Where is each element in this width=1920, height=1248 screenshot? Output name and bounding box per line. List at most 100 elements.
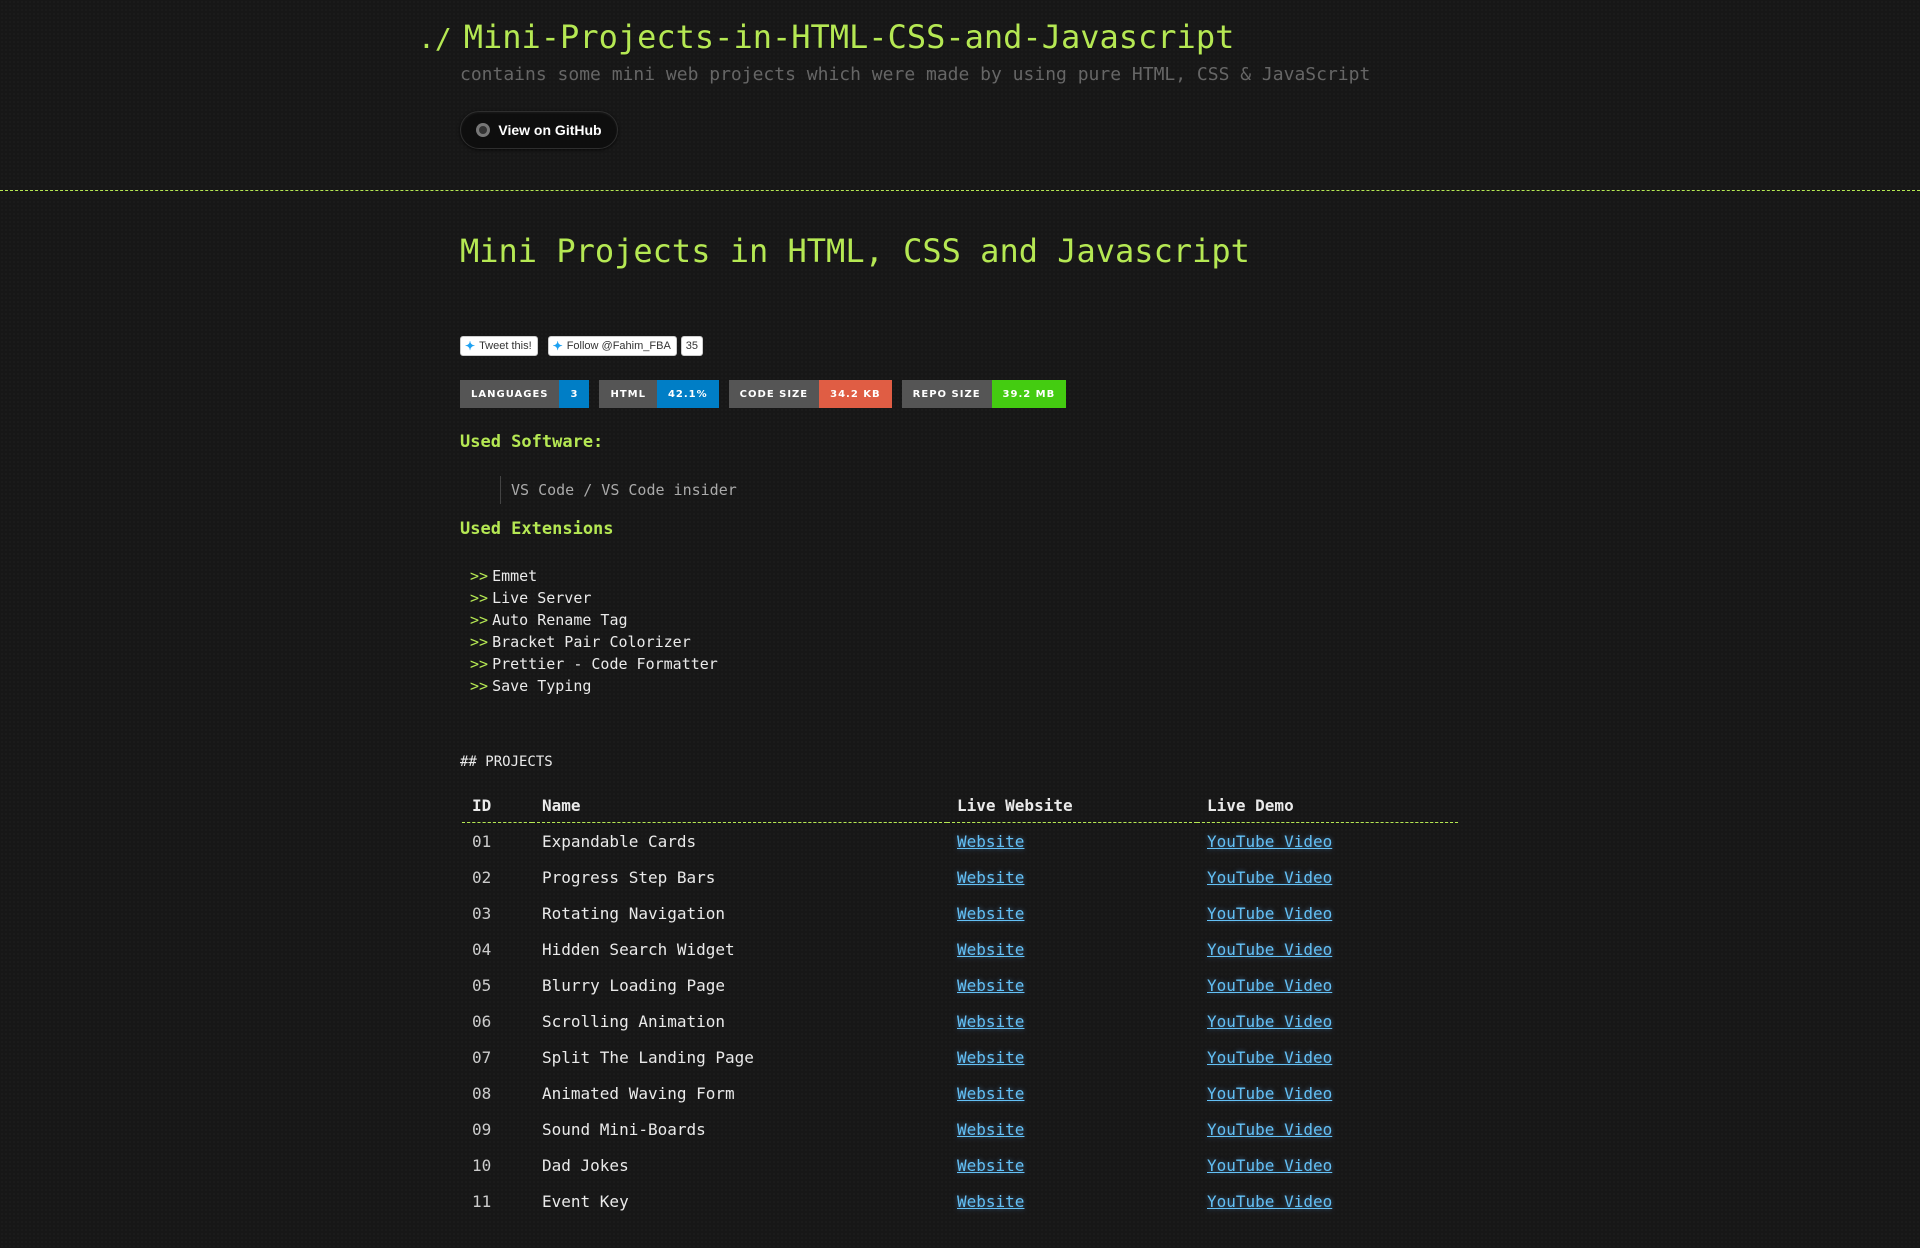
project-name: Split The Landing Page [542,1047,754,1067]
projects-label: ## PROJECTS [460,754,553,770]
list-item: >> Prettier - Code Formatter [470,653,718,675]
list-marker: >> [470,633,489,651]
column-header-live-demo: Live Demo [1197,788,1458,823]
youtube-video-link[interactable]: YouTube Video [1207,940,1332,959]
website-link[interactable]: Website [957,976,1024,995]
website-link-cell: Website [947,895,1197,931]
website-link[interactable]: Website [957,868,1024,887]
project-id: 08 [472,1083,492,1103]
youtube-video-link[interactable]: YouTube Video [1207,904,1332,923]
website-link-cell: Website [947,1147,1197,1183]
youtube-video-link[interactable]: YouTube Video [1207,1084,1332,1103]
project-id: 09 [472,1119,492,1139]
project-id-cell: 06 [462,1003,532,1039]
youtube-video-link[interactable]: YouTube Video [1207,832,1332,851]
list-marker: >> [470,677,489,695]
extension-name: Save Typing [492,677,592,695]
twitter-bird-icon: ✦ [552,339,563,353]
badges-row: LANGUAGES 3 HTML 42.1% CODE SIZE 34.2 KB REPO … [460,380,1076,408]
column-header-live-website: Live Website [947,788,1197,823]
table-row: 06 Scrolling Animation Website YouTube Vide… [462,1003,1458,1039]
badge[interactable]: CODE SIZE 34.2 KB [728,380,892,408]
badge[interactable]: LANGUAGES 3 [460,380,590,408]
website-link[interactable]: Website [957,1120,1024,1139]
repo-title[interactable]: Mini-Projects-in-HTML-CSS-and-Javascript [464,18,1235,56]
youtube-video-link-cell: YouTube Video [1197,1147,1458,1183]
project-name-cell: Sound Mini-Boards [532,1111,947,1147]
table-row: 10 Dad Jokes Website YouTube Video [462,1147,1458,1183]
column-header-name: Name [532,788,947,823]
badge[interactable]: HTML 42.1% [599,380,719,408]
extensions-list: >> Emmet >> Live Server >> Auto Rename Tag >> B… [470,565,718,697]
table-row: 04 Hidden Search Widget Website YouTube Vid… [462,931,1458,967]
youtube-video-link-cell: YouTube Video [1197,1003,1458,1039]
website-link-cell: Website [947,859,1197,895]
list-marker: >> [470,655,489,673]
list-item: >> Bracket Pair Colorizer [470,631,718,653]
project-name-cell: Scrolling Animation [532,1003,947,1039]
follow-button[interactable]: ✦ Follow @Fahim_FBA [547,336,677,356]
project-id-cell: 09 [462,1111,532,1147]
website-link[interactable]: Website [957,904,1024,923]
website-link[interactable]: Website [957,1156,1024,1175]
website-link[interactable]: Website [957,1048,1024,1067]
badge-label: CODE SIZE [728,380,820,408]
project-name-cell: Rotating Navigation [532,895,947,931]
project-id-cell: 05 [462,967,532,1003]
project-name-cell: Progress Step Bars [532,859,947,895]
list-marker: >> [470,589,489,607]
page-title: Mini Projects in HTML, CSS and Javascrip… [460,232,1250,270]
youtube-video-link[interactable]: YouTube Video [1207,1120,1332,1139]
project-id: 07 [472,1047,492,1067]
project-id: 01 [472,831,492,851]
project-name: Hidden Search Widget [542,939,735,959]
youtube-video-link[interactable]: YouTube Video [1207,1156,1332,1175]
project-id-cell: 07 [462,1039,532,1075]
youtube-video-link[interactable]: YouTube Video [1207,1048,1332,1067]
badge[interactable]: REPO SIZE 39.2 MB [901,380,1067,408]
site-header: ./ Mini-Projects-in-HTML-CSS-and-Javascr… [0,0,1920,191]
badge-value: 3 [559,380,590,408]
follow-count[interactable]: 35 [680,336,704,356]
youtube-video-link[interactable]: YouTube Video [1207,1192,1332,1211]
project-id-cell: 08 [462,1075,532,1111]
badge-value: 34.2 KB [819,380,892,408]
project-id-cell: 01 [462,823,532,860]
follow-label: Follow @Fahim_FBA [566,340,671,352]
project-name: Blurry Loading Page [542,975,726,995]
badge-value: 42.1% [656,380,719,408]
project-id: 03 [472,903,492,923]
badge-value: 39.2 MB [991,380,1067,408]
youtube-video-link-cell: YouTube Video [1197,823,1458,860]
website-link[interactable]: Website [957,1192,1024,1211]
youtube-video-link[interactable]: YouTube Video [1207,976,1332,995]
list-marker: >> [470,567,489,585]
youtube-video-link[interactable]: YouTube Video [1207,1012,1332,1031]
table-row: 02 Progress Step Bars Website YouTube Video [462,859,1458,895]
badge-label: LANGUAGES [460,380,560,408]
youtube-video-link-cell: YouTube Video [1197,859,1458,895]
website-link-cell: Website [947,967,1197,1003]
tweet-button[interactable]: ✦ Tweet this! [460,336,538,356]
extension-name: Prettier - Code Formatter [492,655,718,673]
project-id: 10 [472,1155,492,1175]
project-id-cell: 10 [462,1147,532,1183]
table-row: 11 Event Key Website YouTube Video [462,1183,1458,1219]
website-link-cell: Website [947,823,1197,860]
project-name-cell: Dad Jokes [532,1147,947,1183]
website-link[interactable]: Website [957,1084,1024,1103]
project-name: Event Key [542,1191,629,1211]
website-link[interactable]: Website [957,1012,1024,1031]
website-link[interactable]: Website [957,832,1024,851]
website-link[interactable]: Website [957,940,1024,959]
table-row: 09 Sound Mini-Boards Website YouTube Video [462,1111,1458,1147]
project-name-cell: Event Key [532,1183,947,1219]
youtube-video-link[interactable]: YouTube Video [1207,868,1332,887]
list-marker: >> [470,611,489,629]
project-name: Sound Mini-Boards [542,1119,706,1139]
twitter-bird-icon: ✦ [465,339,476,353]
project-name-cell: Blurry Loading Page [532,967,947,1003]
website-link-cell: Website [947,1003,1197,1039]
view-on-github-button[interactable]: View on GitHub [460,111,618,149]
list-item: >> Save Typing [470,675,718,697]
